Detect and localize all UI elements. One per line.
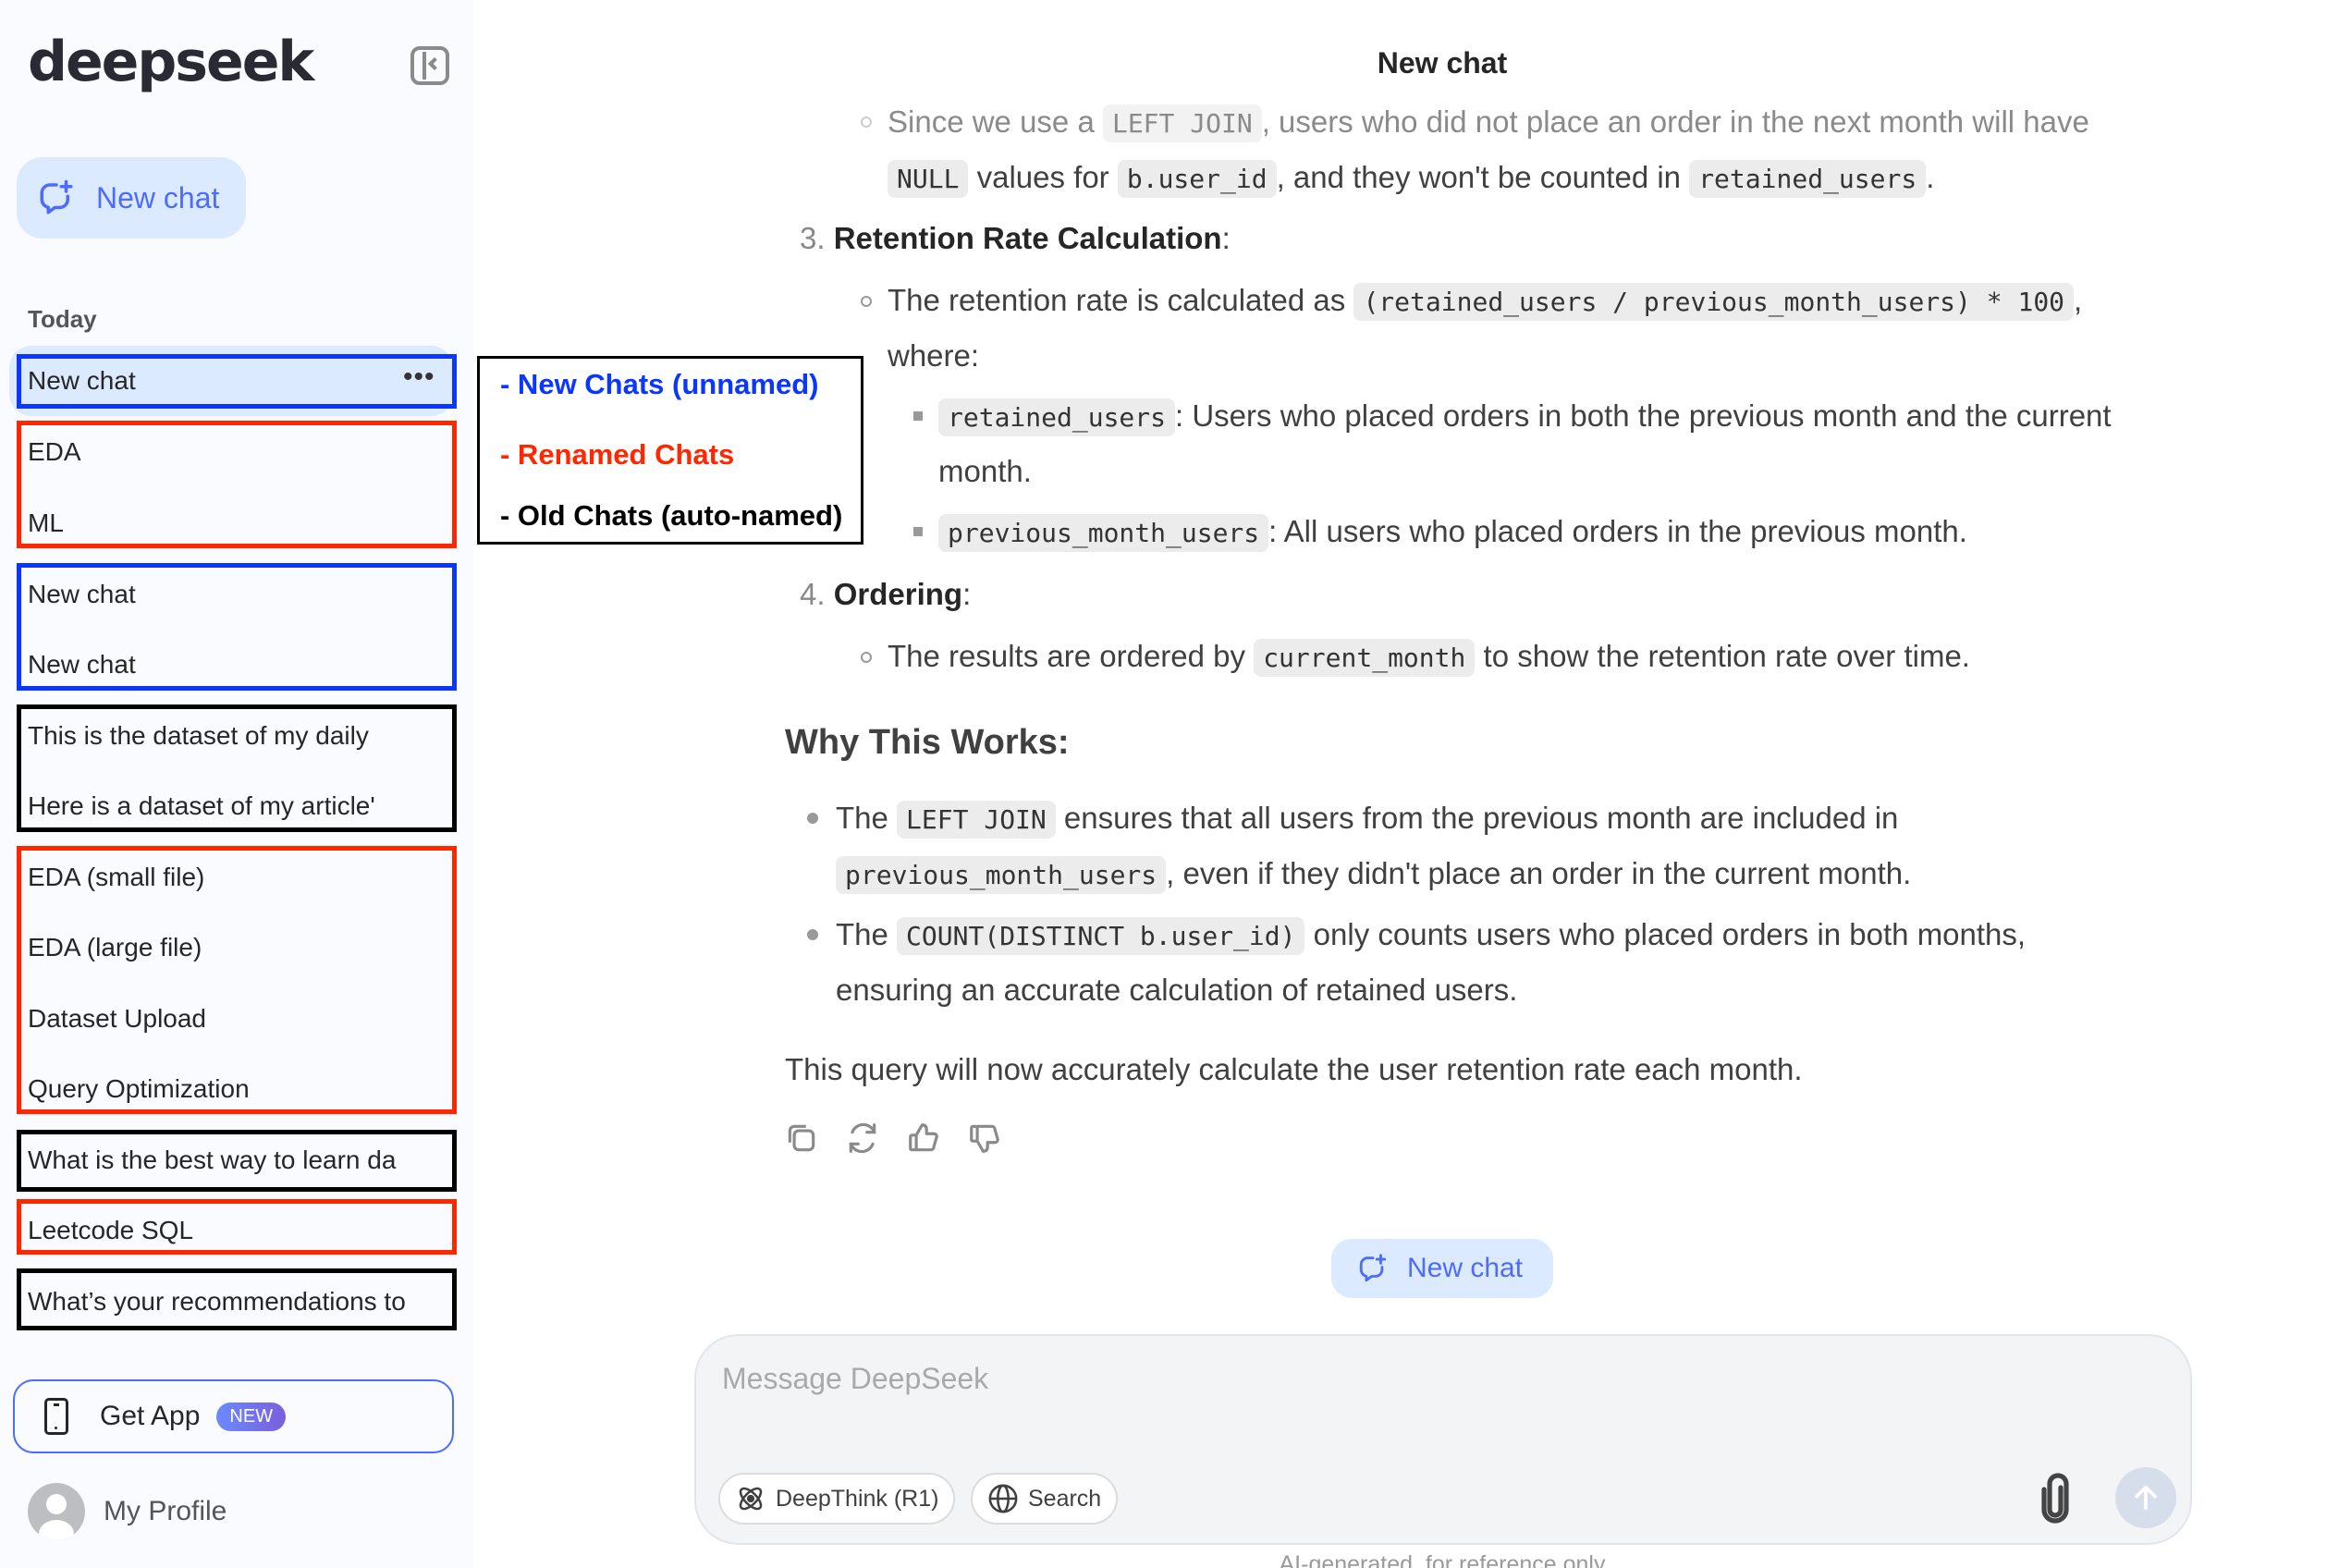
message-line: retained_users: Users who placed orders … [938, 398, 2112, 436]
bullet-circle-icon [861, 116, 872, 128]
group-box-renamed [17, 421, 457, 548]
regenerate-icon[interactable] [845, 1121, 880, 1156]
my-profile-button[interactable]: My Profile [28, 1483, 227, 1540]
list-item-heading: 4. Ordering: [800, 577, 972, 611]
message-line: The retention rate is calculated as (ret… [888, 282, 2082, 321]
message-line: The results are ordered by current_month… [888, 638, 1970, 677]
chat-item[interactable]: New chat [28, 578, 136, 611]
message-line: NULL values for b.user_id, and they won'… [888, 159, 1934, 198]
new-chat-icon [40, 179, 73, 214]
search-label: Search [1028, 1485, 1102, 1512]
message-line: Since we use a LEFT JOIN, users who did … [888, 104, 2089, 142]
search-toggle[interactable]: Search [971, 1473, 1119, 1525]
disclaimer-note: AI-generated, for reference only [1279, 1551, 1606, 1568]
chat-item[interactable]: This is the dataset of my daily [28, 719, 369, 753]
message-input[interactable] [722, 1362, 2016, 1417]
new-chat-button[interactable]: New chat [17, 157, 246, 239]
chat-item[interactable]: EDA [28, 435, 81, 469]
profile-label: My Profile [104, 1496, 227, 1526]
chevron-left-icon [427, 56, 442, 71]
chat-item[interactable]: Query Optimization [28, 1072, 250, 1106]
atom-icon [739, 1487, 763, 1511]
phone-icon [44, 1398, 68, 1435]
avatar [28, 1483, 85, 1540]
bullet-dot-icon [807, 813, 818, 824]
send-button[interactable] [2115, 1467, 2176, 1528]
deepthink-toggle[interactable]: DeepThink (R1) [718, 1473, 956, 1525]
deepthink-label: DeepThink (R1) [776, 1485, 939, 1512]
bullet-dot-icon [807, 929, 818, 940]
color-legend: - New Chats (unnamed) - Renamed Chats - … [477, 356, 863, 545]
paperclip-icon [2041, 1473, 2069, 1524]
legend-renamed: - Renamed Chats [500, 438, 735, 471]
new-chat-icon [1359, 1254, 1387, 1282]
section-heading: Why This Works: [785, 723, 1070, 762]
chat-item[interactable]: New chat [28, 648, 136, 681]
chat-item[interactable]: EDA (small file) [28, 861, 204, 894]
section-today: Today [28, 305, 97, 333]
sidebar: deepseek New chat Today New chat ••• EDA… [0, 0, 473, 1568]
bullet-circle-icon [861, 652, 872, 663]
message-line: previous_month_users: All users who plac… [938, 513, 1967, 552]
legend-new: - New Chats (unnamed) [500, 368, 819, 400]
message-actions [784, 1121, 1002, 1156]
chat-item[interactable]: What is the best way to learn da [28, 1144, 396, 1177]
get-app-button[interactable]: Get App NEW [13, 1379, 454, 1453]
deepseek-logo: deepseek [28, 30, 314, 94]
new-chat-label: New chat [96, 180, 220, 214]
message-line: month. [938, 454, 1032, 488]
chat-item[interactable]: New chat [28, 364, 136, 398]
get-app-label: Get App [100, 1401, 201, 1431]
new-badge: NEW [216, 1402, 287, 1431]
collapse-sidebar-button[interactable] [410, 46, 449, 85]
message-line: where: [888, 338, 980, 373]
message-line: The COUNT(DISTINCT b.user_id) only count… [836, 916, 2026, 955]
chat-item[interactable]: ML [28, 507, 64, 540]
bullet-square-icon [913, 411, 923, 421]
message-line: ensuring an accurate calculation of reta… [836, 973, 1518, 1007]
new-chat-center-button[interactable]: New chat [1331, 1239, 1553, 1298]
legend-old: - Old Chats (auto-named) [500, 499, 843, 532]
chat-item[interactable]: What’s your recommendations to [28, 1285, 406, 1318]
bullet-square-icon [913, 527, 923, 536]
thumbs-up-icon[interactable] [906, 1121, 941, 1156]
thumbs-down-icon[interactable] [967, 1121, 1002, 1156]
composer: DeepThink (R1) Search [694, 1334, 2192, 1545]
bullet-circle-icon [861, 296, 872, 307]
message-closing: This query will now accurately calculate… [785, 1052, 1803, 1086]
globe-icon [988, 1484, 1018, 1513]
chat-item[interactable]: Here is a dataset of my article' [28, 790, 375, 823]
arrow-up-icon [2135, 1485, 2157, 1511]
list-item-heading: 3. Retention Rate Calculation: [800, 221, 1231, 255]
chat-item[interactable]: Leetcode SQL [28, 1214, 193, 1247]
chat-item[interactable]: EDA (large file) [28, 931, 202, 964]
message-line: previous_month_users, even if they didn'… [836, 855, 1911, 894]
page-title: New chat [1377, 46, 1508, 80]
chat-item[interactable]: Dataset Upload [28, 1002, 206, 1035]
more-options-icon[interactable]: ••• [403, 363, 435, 391]
new-chat-center-label: New chat [1407, 1253, 1524, 1283]
attach-file-button[interactable] [2037, 1473, 2074, 1525]
message-line: The LEFT JOIN ensures that all users fro… [836, 800, 1898, 839]
copy-icon[interactable] [784, 1121, 819, 1156]
